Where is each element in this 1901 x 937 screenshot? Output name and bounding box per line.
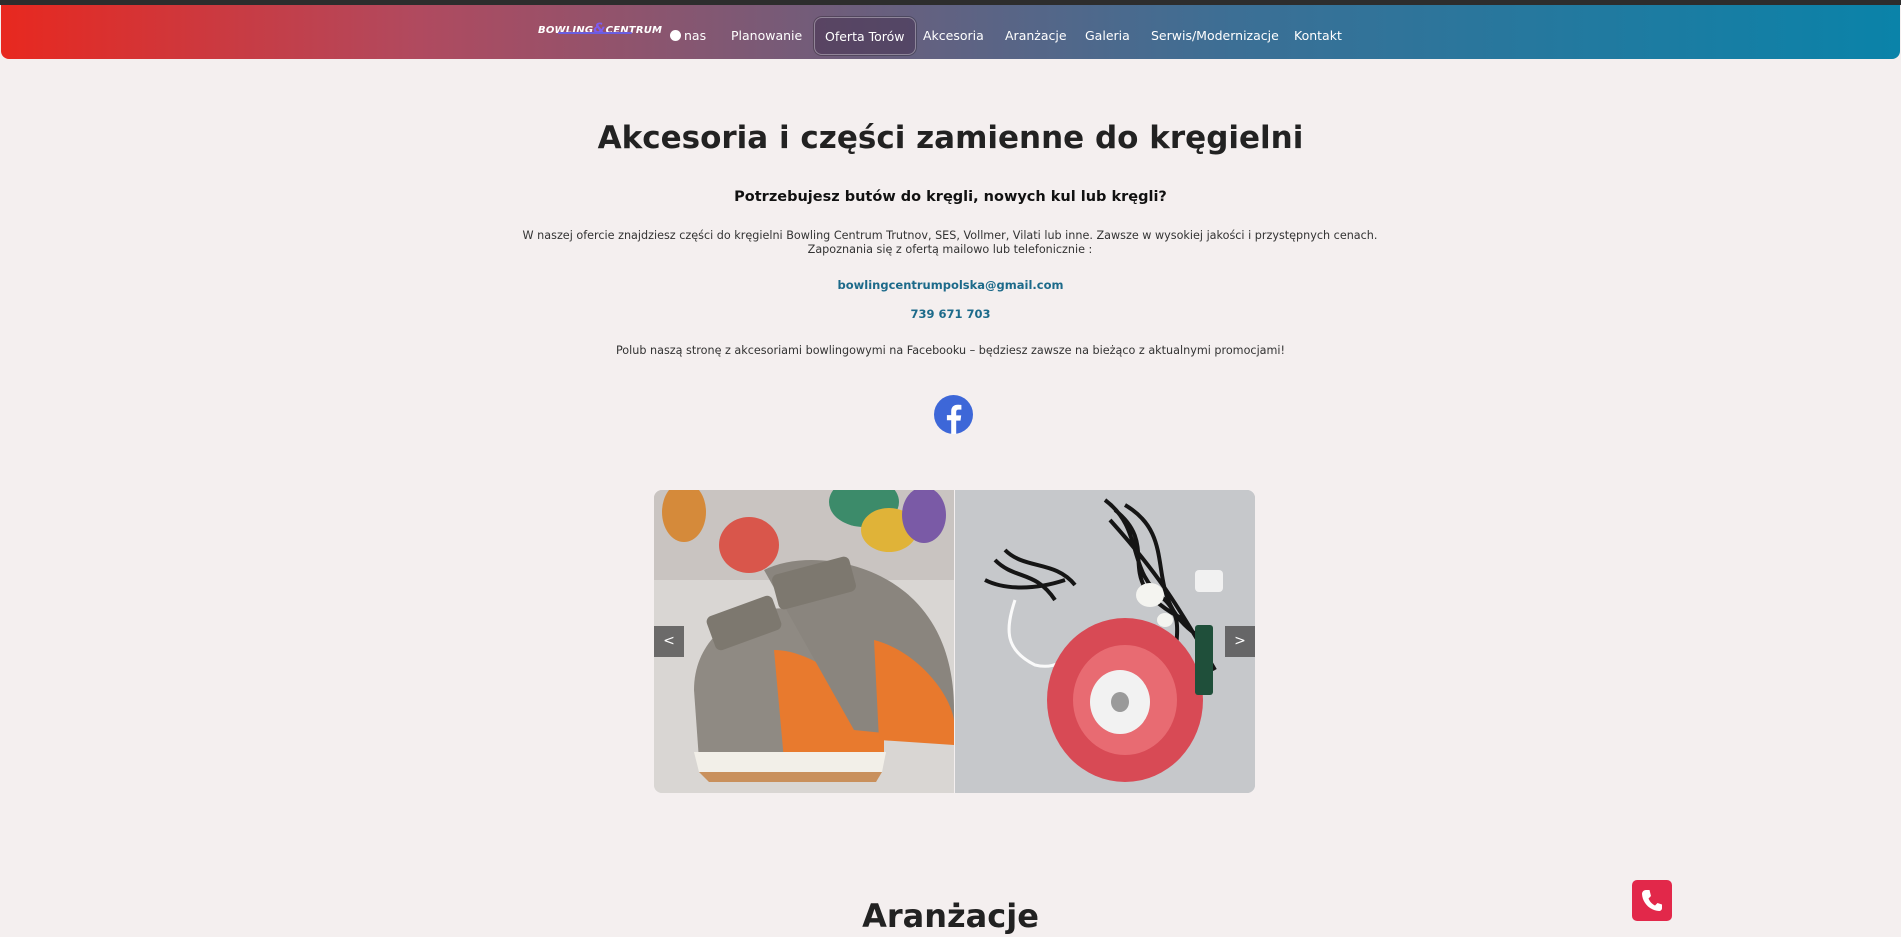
bowling-shoes-image (654, 490, 954, 793)
nav-item-label: Oferta Torów (825, 29, 905, 44)
carousel-slide-pinsetter-parts (955, 490, 1255, 793)
offer-description-line-1: W naszej ofercie znajdziesz części do kr… (522, 229, 1378, 242)
phone-icon (1642, 890, 1662, 911)
accessories-carousel: < > (654, 490, 1255, 793)
logo-text-2: CENTRUM (605, 25, 663, 36)
offer-description-line-2: Zapoznania się z ofertą mailowo lub tele… (807, 243, 1093, 256)
carousel-slide-bowling-shoes (654, 490, 954, 793)
circle-icon (670, 30, 681, 41)
pinsetter-parts-image (955, 490, 1255, 793)
logo-text-1: BOWLING (538, 25, 594, 36)
nav-item-label: Akcesoria (923, 28, 984, 43)
nav-item-kontakt[interactable]: Kontakt (1284, 17, 1352, 55)
floating-phone-button[interactable] (1632, 880, 1672, 921)
nav-item-galeria[interactable]: Galeria (1075, 17, 1140, 55)
nav-item-aranzacje[interactable]: Aranżacje (995, 17, 1077, 55)
phone-link[interactable]: 739 671 703 (0, 307, 1901, 321)
nav-item-o-nas[interactable]: nas (660, 17, 716, 55)
section-title-aranzacje: Aranżacje (862, 897, 1039, 935)
nav-item-label: Planowanie (731, 28, 803, 43)
carousel-next-button[interactable]: > (1225, 626, 1255, 657)
nav-item-label: Aranżacje (1005, 28, 1067, 43)
nav-item-label: Kontakt (1294, 28, 1342, 43)
nav-item-planowanie[interactable]: Planowanie (721, 17, 812, 55)
nav-item-oferta-torow[interactable]: Oferta Torów (814, 17, 916, 55)
site-logo[interactable]: BOWLING&CENTRUM (538, 21, 662, 41)
facebook-promo-text: Polub naszą stronę z akcesoriami bowling… (615, 344, 1286, 357)
nav-item-label: nas (684, 28, 707, 43)
nav-item-serwis-modernizacje[interactable]: Serwis/Modernizacje (1141, 17, 1289, 55)
offer-description: W naszej ofercie znajdziesz części do kr… (520, 229, 1380, 257)
carousel-prev-button[interactable]: < (654, 626, 684, 657)
nav-item-label: Serwis/Modernizacje (1151, 28, 1279, 43)
email-link[interactable]: bowlingcentrumpolska@gmail.com (0, 278, 1901, 292)
nav-item-akcesoria[interactable]: Akcesoria (913, 17, 994, 55)
facebook-icon[interactable] (934, 395, 973, 434)
main-navbar: BOWLING&CENTRUM nas Planowanie Oferta To… (1, 5, 1900, 59)
section-subtitle: Potrzebujesz butów do kręgli, nowych kul… (734, 189, 1167, 205)
logo-ampersand: & (593, 21, 606, 37)
page-title: Akcesoria i części zamienne do kręgielni (597, 120, 1304, 156)
logo-underline (558, 32, 632, 34)
nav-item-label: Galeria (1085, 28, 1130, 43)
